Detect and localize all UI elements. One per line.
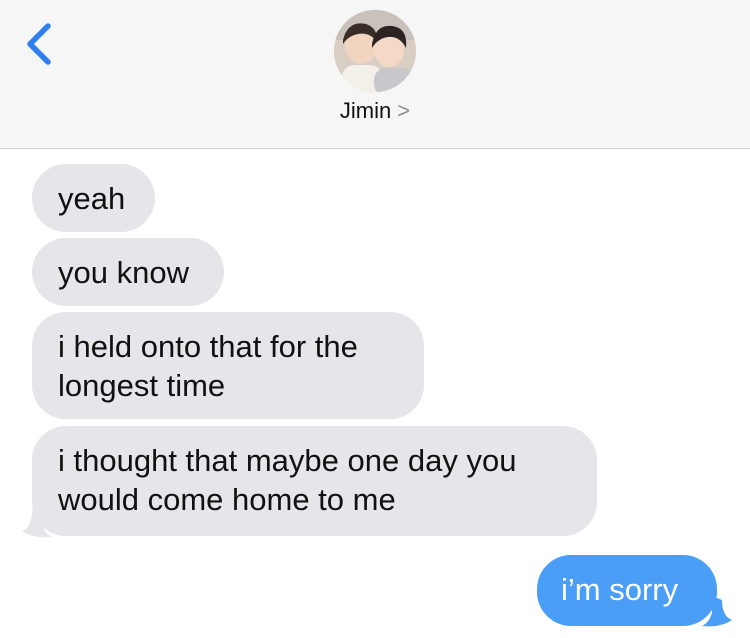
contact-name: Jimin	[339, 98, 392, 123]
incoming-bubble-tail	[22, 507, 52, 538]
message-bubble-outgoing[interactable]: i’m sorry	[537, 555, 717, 626]
outgoing-bubble-tail	[702, 596, 732, 627]
message-bubble-incoming[interactable]: i thought that maybe one day you would c…	[32, 426, 597, 536]
message-bubble-incoming[interactable]: yeah	[32, 164, 155, 232]
back-button[interactable]	[18, 18, 62, 70]
contact-avatar[interactable]	[334, 10, 416, 92]
message-bubble-incoming[interactable]: you know	[32, 238, 224, 306]
message-text-line: longest time	[58, 368, 226, 403]
contact-photo-icon	[334, 10, 416, 92]
message-text: i’m sorry	[561, 572, 679, 607]
message-text-line: i thought that maybe one day you	[58, 443, 517, 478]
message-text: you know	[58, 255, 189, 290]
messages-screen: Jimin > yeah you know i held onto that fo…	[0, 0, 750, 638]
message-thread[interactable]: yeah you know i held onto that for the l…	[0, 149, 750, 638]
chevron-left-icon	[27, 23, 51, 65]
message-bubble-incoming[interactable]: i held onto that for the longest time	[32, 312, 424, 419]
chevron-right-icon: >	[397, 98, 411, 123]
contact-name-button[interactable]: Jimin >	[0, 98, 750, 124]
message-text: yeah	[58, 181, 126, 216]
message-text-line: would come home to me	[58, 482, 396, 517]
message-text-line: i held onto that for the	[58, 329, 358, 364]
conversation-header: Jimin >	[0, 0, 750, 149]
